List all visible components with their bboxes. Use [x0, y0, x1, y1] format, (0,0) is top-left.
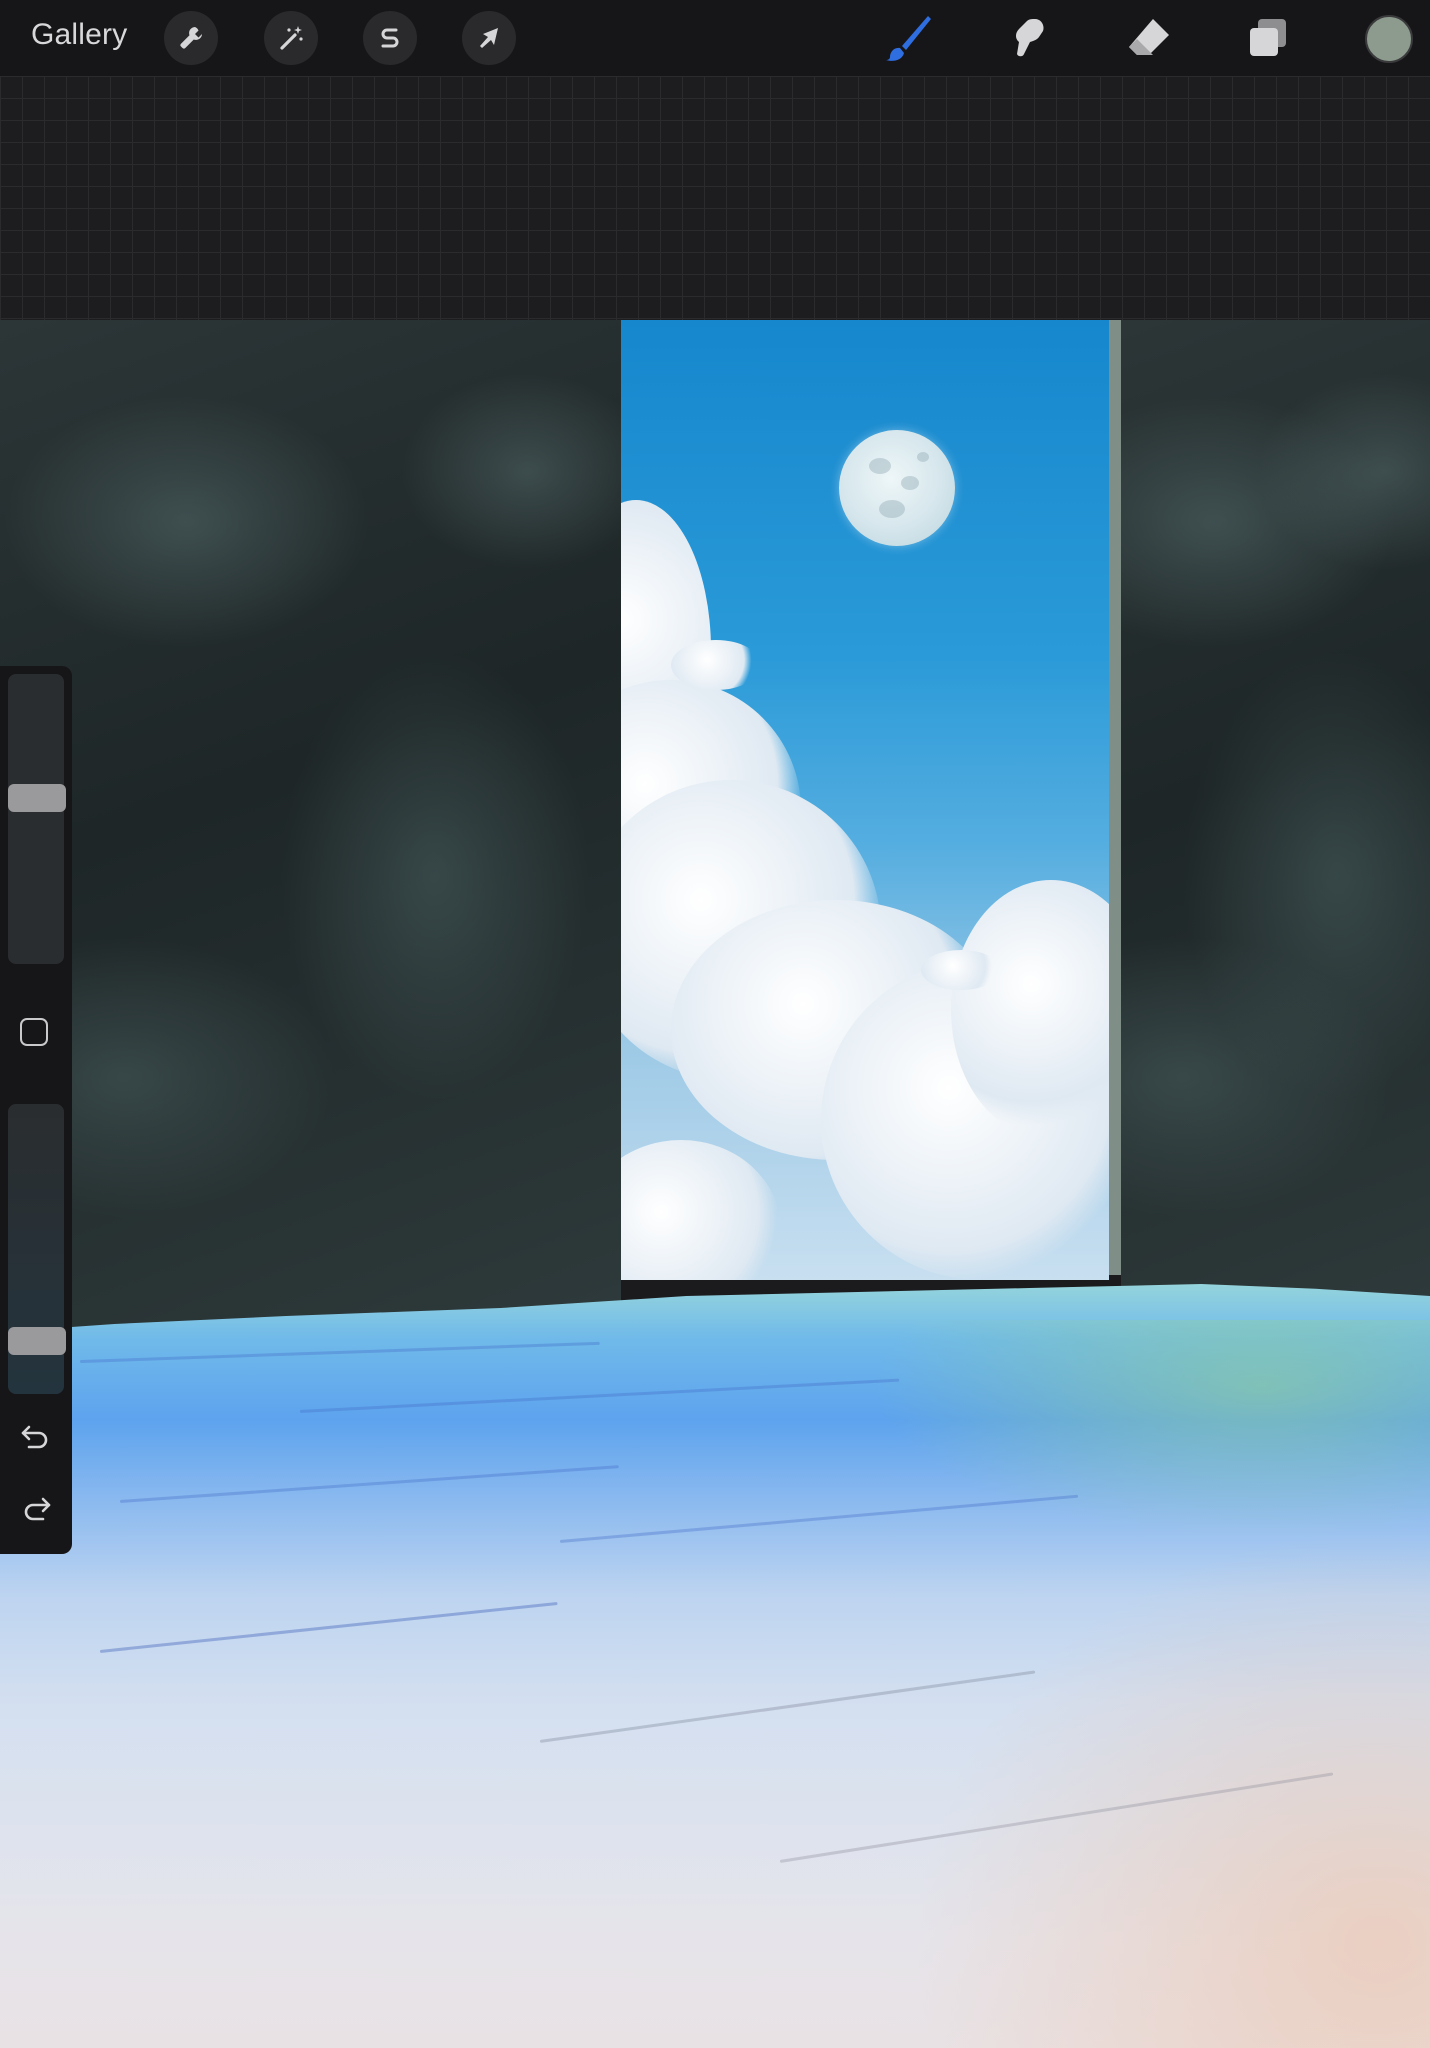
- layers-button[interactable]: [1240, 12, 1296, 64]
- adjustments-button[interactable]: [264, 11, 318, 65]
- arrow-cursor-icon: [480, 28, 498, 48]
- redo-icon: [24, 1497, 51, 1521]
- layers-icon: [1250, 19, 1286, 56]
- sky-frame-pillar: [1109, 320, 1121, 1275]
- left-sidebar: [0, 666, 72, 1554]
- top-toolbar: Gallery: [0, 0, 1430, 76]
- full-moon: [839, 430, 955, 546]
- eraser-icon: [1129, 19, 1169, 55]
- actions-wrench-button[interactable]: [164, 11, 218, 65]
- dark-stone-wall-left: [0, 320, 621, 1330]
- brush-tool-button[interactable]: [880, 12, 936, 64]
- redo-button[interactable]: [12, 1488, 60, 1528]
- undo-icon: [21, 1425, 48, 1449]
- warm-sand-tint: [910, 1528, 1430, 2048]
- artwork-canvas[interactable]: [0, 320, 1430, 2048]
- selection-s-icon: [381, 28, 399, 48]
- wrench-icon: [180, 27, 202, 49]
- brush-icon: [886, 16, 931, 61]
- brush-size-slider[interactable]: [8, 674, 64, 964]
- opacity-handle[interactable]: [8, 1326, 66, 1355]
- transform-button[interactable]: [462, 11, 516, 65]
- eraser-tool-button[interactable]: [1120, 12, 1176, 64]
- magic-wand-icon: [280, 26, 303, 50]
- modifier-button[interactable]: [20, 1018, 48, 1046]
- sky-doorway: [621, 320, 1109, 1280]
- selection-button[interactable]: [363, 11, 417, 65]
- color-swatch[interactable]: [1365, 15, 1413, 63]
- smudge-icon: [1016, 19, 1044, 57]
- dark-stone-wall-right: [1121, 320, 1430, 1330]
- gallery-button[interactable]: Gallery: [31, 18, 127, 52]
- workspace-background: [0, 76, 1430, 320]
- undo-button[interactable]: [12, 1416, 60, 1456]
- brush-size-handle[interactable]: [8, 784, 66, 813]
- smudge-tool-button[interactable]: [1000, 12, 1056, 64]
